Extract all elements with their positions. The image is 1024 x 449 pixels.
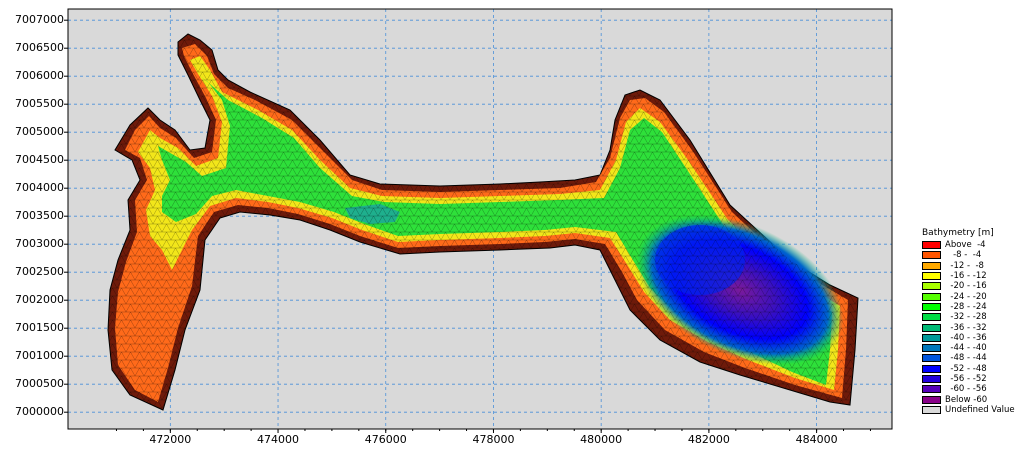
y-tick-label: 7003000 (15, 237, 64, 251)
legend-swatch (922, 251, 941, 260)
legend-item: -36 - -32 (922, 322, 1022, 333)
y-tick-label: 7001000 (15, 349, 64, 363)
legend-swatch (922, 364, 941, 373)
legend-item: -20 - -16 (922, 281, 1022, 291)
y-tick-label: 7006000 (15, 69, 64, 83)
legend-swatch (922, 323, 941, 332)
legend-swatch (922, 395, 941, 404)
legend: Bathymetry [m] Above -4 -8 - -4 -12 - -8… (922, 228, 1022, 415)
x-tick-label: 482000 (687, 433, 730, 446)
legend-label: Undefined Value (945, 404, 1015, 415)
y-tick-label: 7007000 (15, 13, 64, 27)
y-tick-label: 7000500 (15, 377, 64, 391)
legend-swatch (922, 313, 941, 322)
legend-label: -28 - -24 (945, 301, 987, 312)
legend-label: -60 - -56 (945, 384, 987, 395)
y-tick-label: 7003500 (15, 209, 64, 223)
x-tick-label: 472000 (149, 433, 192, 446)
legend-item: -52 - -48 (922, 364, 1022, 374)
legend-swatch (922, 375, 941, 383)
legend-title: Bathymetry [m] (922, 228, 994, 238)
y-tick-label: 7005500 (15, 97, 64, 111)
legend-swatch (922, 282, 941, 291)
legend-item: -12 - -8 (922, 261, 1022, 271)
legend-label: -12 - -8 (945, 260, 984, 271)
x-tick-label: 478000 (472, 433, 515, 446)
legend-label: -32 - -28 (945, 312, 987, 323)
y-tick-label: 7006500 (15, 41, 64, 55)
x-tick-label: 484000 (795, 433, 838, 446)
legend-item: -60 - -56 (922, 384, 1022, 394)
legend-swatch (922, 292, 941, 301)
legend-swatch (922, 261, 941, 270)
x-tick-label: 480000 (580, 433, 623, 446)
legend-swatch (922, 385, 941, 394)
legend-item: Below -60 (922, 394, 1022, 405)
y-tick-label: 7000000 (15, 405, 64, 419)
y-tick-label: 7002000 (15, 293, 64, 307)
y-tick-label: 7004500 (15, 153, 64, 167)
legend-item: Above -4 (922, 240, 1022, 250)
legend-label: -48 - -44 (945, 353, 987, 364)
legend-item: -44 - -40 (922, 343, 1022, 353)
legend-label: Below -60 (945, 394, 988, 405)
y-tick-label: 7002500 (15, 265, 64, 279)
legend-swatch (922, 344, 941, 353)
legend-label: -20 - -16 (945, 281, 987, 292)
legend-item: Undefined Value (922, 405, 1022, 415)
y-tick-label: 7004000 (15, 181, 64, 195)
legend-item: -32 - -28 (922, 312, 1022, 322)
y-tick-label: 7005000 (15, 125, 64, 139)
legend-swatch (922, 354, 941, 363)
legend-swatch (922, 405, 941, 414)
bathymetry-map (64, 8, 893, 433)
y-tick-label: 7001500 (15, 321, 64, 335)
legend-label: -44 - -40 (945, 343, 987, 354)
x-tick-label: 474000 (257, 433, 300, 446)
legend-label: -24 - -20 (945, 291, 987, 302)
legend-item: -8 - -4 (922, 250, 1022, 260)
legend-label: -40 - -36 (945, 332, 987, 343)
legend-swatch (922, 302, 941, 311)
legend-swatch (922, 333, 941, 342)
legend-swatch (922, 241, 941, 250)
legend-label: Above -4 (945, 240, 986, 251)
legend-item: -16 - -12 (922, 271, 1022, 281)
legend-item: -24 - -20 (922, 291, 1022, 302)
legend-label: -52 - -48 (945, 363, 987, 374)
x-tick-label: 476000 (364, 433, 407, 446)
legend-label: -8 - -4 (945, 250, 982, 261)
legend-label: -16 - -12 (945, 271, 987, 282)
legend-item: -48 - -44 (922, 353, 1022, 363)
legend-label: -36 - -32 (945, 322, 987, 333)
legend-swatch (922, 272, 941, 281)
legend-item: -40 - -36 (922, 333, 1022, 343)
legend-label: -56 - -52 (945, 374, 987, 384)
legend-item: -56 - -52 (922, 374, 1022, 384)
legend-item: -28 - -24 (922, 302, 1022, 312)
